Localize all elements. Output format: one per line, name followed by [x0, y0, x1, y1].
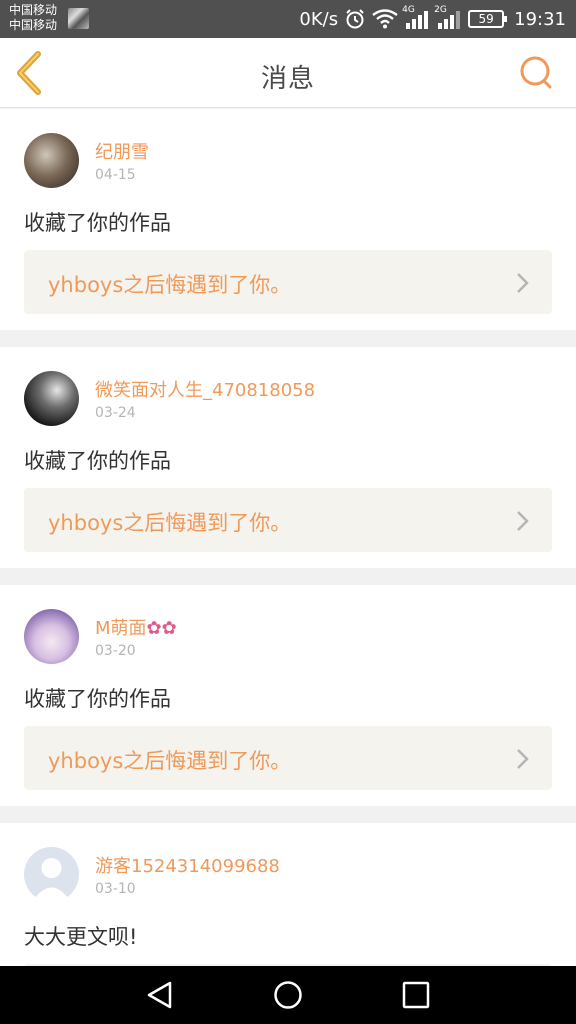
work-title: yhboys之后悔遇到了你。: [48, 273, 292, 297]
back-triangle-icon[interactable]: [144, 980, 176, 1010]
carrier-1: 中国移动: [9, 3, 58, 17]
chevron-right-icon: [517, 511, 529, 531]
message-card: 纪朋雪 04-15 收藏了你的作品 yhboys之后悔遇到了你。: [0, 109, 576, 330]
user-name[interactable]: M萌面✿✿: [95, 614, 177, 640]
avatar[interactable]: [24, 847, 79, 902]
work-link[interactable]: yhboys之后悔遇到了你。: [24, 726, 552, 790]
recent-square-icon[interactable]: [400, 980, 432, 1010]
work-link[interactable]: yhboys之后悔遇到了你。: [24, 250, 552, 314]
carrier-2: 中国移动: [9, 18, 58, 32]
battery-icon: 59: [468, 10, 508, 28]
action-text: 大大更文呗!: [24, 925, 138, 949]
system-nav-bar: [0, 966, 576, 1024]
message-date: 04-15: [95, 167, 136, 183]
flower-emoji: ✿✿: [146, 618, 177, 639]
message-card: 游客1524314099688 03-10 大大更文呗!: [0, 823, 576, 966]
chevron-right-icon: [517, 749, 529, 769]
work-link[interactable]: yhboys之后悔遇到了你。: [24, 488, 552, 552]
user-name[interactable]: 纪朋雪: [95, 138, 149, 164]
alarm-icon: [344, 8, 366, 30]
user-name-text: M萌面: [95, 618, 147, 639]
message-date: 03-20: [95, 643, 136, 659]
network-speed: 0K/s: [299, 8, 339, 30]
message-list[interactable]: 纪朋雪 04-15 收藏了你的作品 yhboys之后悔遇到了你。 微笑面对人生_…: [0, 109, 576, 966]
network-2g-label: 2G: [434, 5, 447, 15]
signal-2g-icon: 2G: [434, 5, 462, 30]
action-text: 收藏了你的作品: [24, 211, 171, 235]
wifi-icon: [372, 9, 398, 29]
action-text: 收藏了你的作品: [24, 449, 171, 473]
chevron-right-icon: [517, 273, 529, 293]
message-card: 微笑面对人生_470818058 03-24 收藏了你的作品 yhboys之后悔…: [0, 347, 576, 568]
search-button[interactable]: [518, 54, 554, 92]
avatar[interactable]: [24, 371, 79, 426]
message-date: 03-10: [95, 881, 136, 897]
avatar[interactable]: [24, 133, 79, 188]
action-text: 收藏了你的作品: [24, 687, 171, 711]
work-title: yhboys之后悔遇到了你。: [48, 511, 292, 535]
default-avatar-icon: [32, 858, 71, 902]
message-card: M萌面✿✿ 03-20 收藏了你的作品 yhboys之后悔遇到了你。: [0, 585, 576, 806]
network-4g-label: 4G: [402, 5, 415, 15]
work-title: yhboys之后悔遇到了你。: [48, 749, 292, 773]
notification-thumbnail-icon: [68, 8, 89, 29]
message-date: 03-24: [95, 405, 136, 421]
signal-4g-icon: 4G: [402, 5, 430, 30]
user-name[interactable]: 微笑面对人生_470818058: [95, 376, 315, 402]
carrier-labels: 中国移动 中国移动: [9, 3, 57, 33]
search-icon: [520, 56, 552, 89]
nav-bar: 消息: [0, 38, 576, 108]
page-title: 消息: [260, 64, 315, 94]
clock: 19:31: [514, 8, 566, 30]
home-circle-icon[interactable]: [272, 980, 304, 1010]
avatar[interactable]: [24, 609, 79, 664]
status-bar: 中国移动 中国移动 0K/s 4G 2G 59 19:31: [0, 0, 576, 38]
user-name[interactable]: 游客1524314099688: [95, 852, 280, 878]
